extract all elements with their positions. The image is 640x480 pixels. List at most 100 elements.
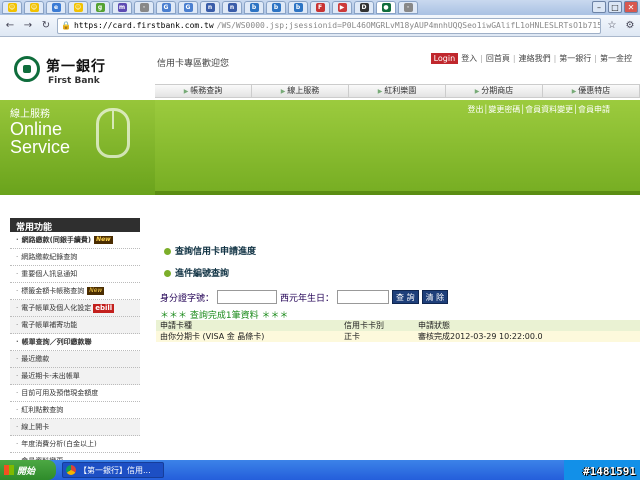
- sidebar-item[interactable]: 重要個人訊息通知: [10, 266, 140, 283]
- browser-tab[interactable]: ·: [134, 1, 154, 14]
- browser-tab[interactable]: b: [244, 1, 264, 14]
- browser-tab[interactable]: D: [354, 1, 374, 14]
- browser-tab[interactable]: b: [266, 1, 286, 14]
- top-link-login[interactable]: 登入: [461, 53, 477, 64]
- browser-tab[interactable]: ☺: [2, 1, 22, 14]
- sidebar-item[interactable]: 網路繳款紀錄查詢: [10, 249, 140, 266]
- blue-tab-icon: b: [293, 3, 303, 12]
- star-icon[interactable]: ☆: [605, 19, 619, 33]
- sidebar-item[interactable]: 帳單查詢／列印繳款聯: [10, 334, 140, 351]
- start-button[interactable]: 開始: [0, 460, 56, 480]
- forward-icon[interactable]: →: [21, 19, 35, 33]
- top-link-contact[interactable]: 連絡我們: [519, 53, 551, 64]
- close-button[interactable]: ✕: [624, 1, 638, 13]
- nav-bonus-park[interactable]: 紅利樂園: [349, 85, 446, 97]
- mail-tab-icon: m: [117, 3, 127, 12]
- browser-toolbar: ← → ↻ 🔒 https://card.firstbank.com.tw/WS…: [0, 15, 640, 37]
- clear-button[interactable]: 清 除: [421, 290, 449, 304]
- smiley-icon: ☺: [7, 3, 17, 12]
- sidebar-item[interactable]: 紅利點數查詢: [10, 402, 140, 419]
- banner-zh: 線上服務: [10, 109, 50, 120]
- address-bar[interactable]: 🔒 https://card.firstbank.com.tw/WS/WS000…: [57, 17, 601, 34]
- new-badge: New: [87, 287, 105, 295]
- member-links[interactable]: 登出│變更密碼│會員資料變更│會員申請: [468, 104, 610, 115]
- sidebar-item[interactable]: 目前可用及預借現金額度: [10, 385, 140, 402]
- taskbar-chrome-window[interactable]: 【第一銀行】信用...: [62, 462, 164, 478]
- sidebar-item[interactable]: 年度消費分析(白金以上): [10, 436, 140, 453]
- welcome-text: 信用卡專區歡迎您: [157, 59, 230, 69]
- lock-icon: 🔒: [61, 21, 71, 30]
- sidebar-item[interactable]: 最近繳款: [10, 351, 140, 368]
- nav-online-service[interactable]: 線上服務: [252, 85, 349, 97]
- main-content: 查詢信用卡申請進度 進件編號查詢 身分證字號： 西元年生日： 查 詢 清 除 ＊…: [156, 198, 640, 460]
- sidebar: 常用功能 網路繳款(同銀手續費)New網路繳款紀錄查詢重要個人訊息通知標籤金額卡…: [10, 218, 140, 460]
- dob-label: 西元年生日：: [280, 293, 335, 304]
- link-card-application-progress[interactable]: 查詢信用卡申請進度: [164, 244, 256, 257]
- nav-special-stores[interactable]: 優惠特店: [543, 85, 640, 97]
- windows-taskbar: 開始 【第一銀行】信用...: [0, 460, 640, 480]
- play-tab-icon: ▶: [337, 3, 347, 12]
- ebill-badge: ebill: [93, 303, 115, 313]
- minimize-button[interactable]: –: [592, 1, 606, 13]
- browser-tab[interactable]: G: [156, 1, 176, 14]
- top-link-home[interactable]: 回首頁: [486, 53, 510, 64]
- sidebar-item[interactable]: 電子帳單及個人化設定ebill: [10, 300, 140, 317]
- link-case-number-query[interactable]: 進件編號查詢: [164, 266, 229, 279]
- browser-tab[interactable]: ☺: [24, 1, 44, 14]
- news-tab-icon: n: [205, 3, 215, 12]
- browser-tab[interactable]: ●: [376, 1, 396, 14]
- mouse-icon: [96, 108, 130, 158]
- maximize-button[interactable]: □: [608, 1, 622, 13]
- query-form: 身分證字號： 西元年生日： 查 詢 清 除: [160, 290, 449, 304]
- watermark: #1481591: [583, 465, 636, 478]
- birthday-input[interactable]: [337, 290, 390, 304]
- green-tab-icon: g: [95, 3, 105, 12]
- news-tab-icon: n: [227, 3, 237, 12]
- query-button[interactable]: 查 詢: [392, 290, 419, 304]
- cell-card-class: 正卡: [344, 332, 360, 341]
- browser-tab[interactable]: ☺: [68, 1, 88, 14]
- sidebar-item[interactable]: 網路繳款(同銀手續費)New: [10, 232, 140, 249]
- chrome-icon: [66, 465, 76, 475]
- browser-tab[interactable]: G: [178, 1, 198, 14]
- first-bank-logo[interactable]: 第一銀行 First Bank: [0, 38, 155, 100]
- sidebar-item[interactable]: 電子帳單補寄功能: [10, 317, 140, 334]
- table-row: 由你分期卡 (VISA 金 晶條卡) 正卡 審核完成2012-03-29 10:…: [156, 331, 640, 342]
- blank-tab-icon: ·: [403, 3, 413, 12]
- browser-tab[interactable]: ▶: [332, 1, 352, 14]
- reload-icon[interactable]: ↻: [39, 19, 53, 33]
- feed-tab-icon: F: [315, 3, 325, 12]
- browser-tab[interactable]: F: [310, 1, 330, 14]
- url-host: https://card.firstbank.com.tw: [73, 21, 214, 30]
- sidebar-item[interactable]: 會員資料變更: [10, 453, 140, 460]
- wrench-icon[interactable]: ⚙: [623, 19, 637, 33]
- nav-installment-store[interactable]: 分期商店: [446, 85, 543, 97]
- id-label: 身分證字號：: [160, 293, 215, 304]
- windows-flag-icon: [4, 465, 14, 475]
- browser-tab[interactable]: m: [112, 1, 132, 14]
- browser-tab[interactable]: b: [288, 1, 308, 14]
- nav-account-query[interactable]: 帳務查詢: [155, 85, 252, 97]
- login-button[interactable]: Login: [430, 53, 459, 64]
- browser-tab[interactable]: e: [46, 1, 66, 14]
- sidebar-item[interactable]: 最近期卡-未出帳單: [10, 368, 140, 385]
- id-number-input[interactable]: [217, 290, 278, 304]
- d-tab-icon: D: [359, 3, 369, 12]
- active-tab-icon: ●: [381, 3, 391, 12]
- logo-chinese: 第一銀行: [46, 59, 106, 75]
- browser-tab[interactable]: n: [222, 1, 242, 14]
- top-link-bank[interactable]: 第一銀行: [559, 53, 591, 64]
- bank-logo-icon: [14, 56, 40, 82]
- sidebar-item[interactable]: 標籤金額卡帳務查詢New: [10, 283, 140, 300]
- smiley-icon: ☺: [29, 3, 39, 12]
- browser-tab[interactable]: n: [200, 1, 220, 14]
- browser-tab[interactable]: g: [90, 1, 110, 14]
- top-link-holding[interactable]: 第一金控: [600, 53, 632, 64]
- browser-tab[interactable]: ·: [398, 1, 418, 14]
- new-badge: New: [94, 236, 113, 244]
- google-tab-icon: G: [183, 3, 193, 12]
- url-path: /WS/WS0000.jsp;jsessionid=P0L46OMGRLvM18…: [216, 21, 601, 30]
- window-controls: – □ ✕: [592, 1, 638, 13]
- back-icon[interactable]: ←: [3, 19, 17, 33]
- sidebar-item[interactable]: 線上開卡: [10, 419, 140, 436]
